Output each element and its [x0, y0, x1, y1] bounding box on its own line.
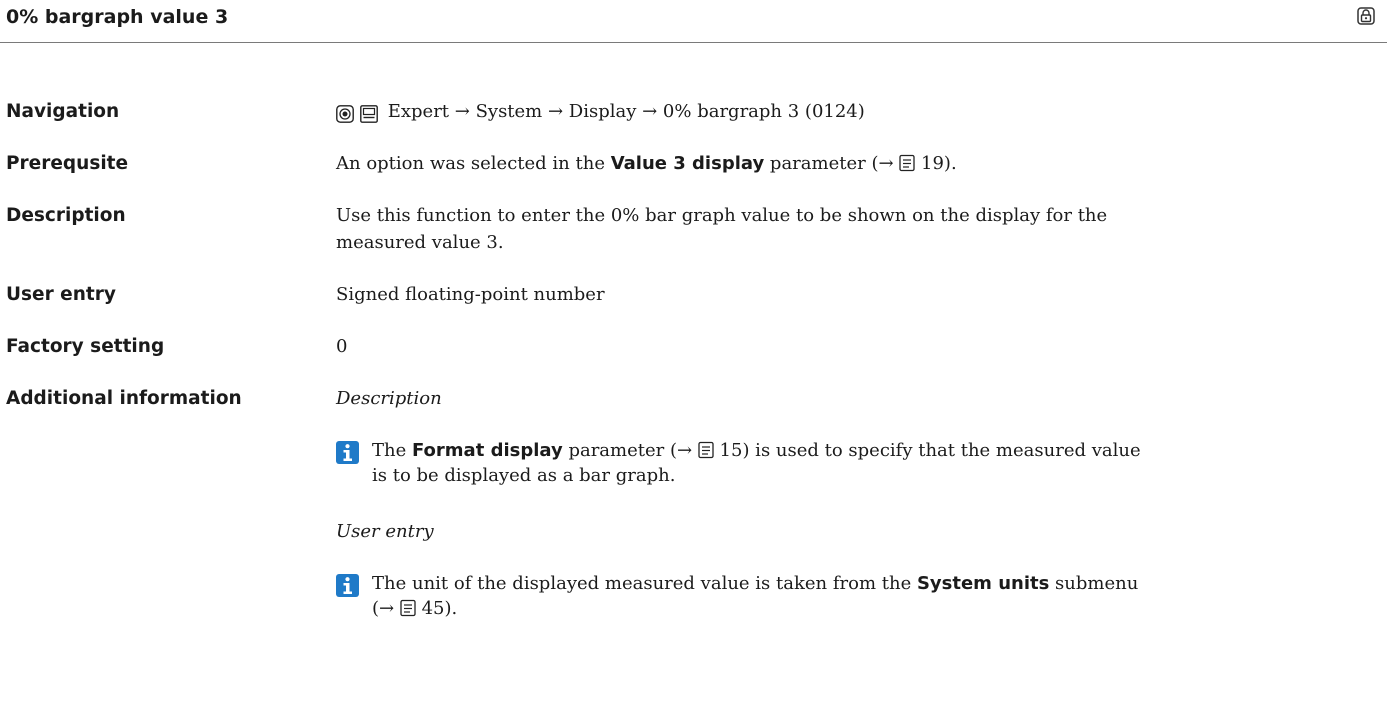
- display-icon: [359, 105, 378, 123]
- info-line-2: is to be displayed as a bar graph.: [372, 465, 676, 486]
- additional-information-label: Additional information: [6, 388, 242, 409]
- info-text-3: ).: [444, 598, 458, 619]
- page-reference-icon: [698, 441, 714, 459]
- page-reference-icon: [899, 154, 915, 172]
- section-heading-text: Description: [336, 388, 442, 409]
- parameter-name: Format display: [411, 440, 563, 461]
- lock-icon: [1357, 7, 1375, 25]
- info-text-3: ) is used to specify that the measured v…: [742, 440, 1141, 461]
- info-line-3: The unit of the displayed measured value…: [372, 571, 1138, 596]
- prerequisite-value: An option was selected in the Value 3 di…: [336, 150, 957, 177]
- page-title: 0% bargraph value 3: [6, 6, 229, 28]
- page-reference-icon: [400, 599, 416, 617]
- submenu-name: System units: [916, 573, 1050, 594]
- page-reference-link[interactable]: 45: [422, 598, 445, 619]
- prerequisite-text: An option was selected in the: [336, 153, 611, 174]
- info-icon: [336, 441, 359, 464]
- info-line-4: (→ 45).: [372, 596, 457, 621]
- navigation-label: Navigation: [6, 101, 120, 122]
- user-entry-label: User entry: [6, 284, 116, 305]
- prerequisite-end: ).: [943, 153, 957, 174]
- info-line-1: The Format display parameter (→ 15) is u…: [372, 438, 1141, 463]
- page-reference-link[interactable]: 15: [720, 440, 743, 461]
- operation-icon: [336, 105, 354, 123]
- prerequisite-text-2: parameter (→: [764, 153, 900, 174]
- parameter-name: Value 3 display: [610, 153, 765, 174]
- navigation-path: Expert → System → Display → 0% bargraph …: [387, 101, 865, 122]
- description-label: Description: [6, 205, 126, 226]
- info-text-2: submenu: [1049, 573, 1139, 594]
- nav-icon-group: [336, 101, 378, 128]
- info-text: The unit of the displayed measured value…: [372, 573, 917, 594]
- navigation-value: Expert → System → Display → 0% bargraph …: [336, 98, 865, 128]
- info-text: The: [372, 440, 412, 461]
- header-divider: [0, 42, 1387, 43]
- info-text-2: parameter (→: [562, 440, 698, 461]
- description-line-2: measured value 3.: [336, 232, 504, 253]
- user-entry-value: Signed floating-point number: [336, 284, 605, 305]
- info-text: (→: [372, 598, 400, 619]
- section-heading-description: Description: [336, 385, 442, 412]
- factory-setting-label: Factory setting: [6, 336, 165, 357]
- section-heading-user-entry: User entry: [336, 518, 434, 545]
- prerequisite-label: Prerequsite: [6, 153, 129, 174]
- page-reference-link[interactable]: 19: [921, 153, 944, 174]
- description-line-1: Use this function to enter the 0% bar gr…: [336, 205, 1108, 226]
- factory-setting-value: 0: [336, 336, 348, 357]
- section-heading-text: User entry: [336, 521, 434, 542]
- info-icon: [336, 574, 359, 597]
